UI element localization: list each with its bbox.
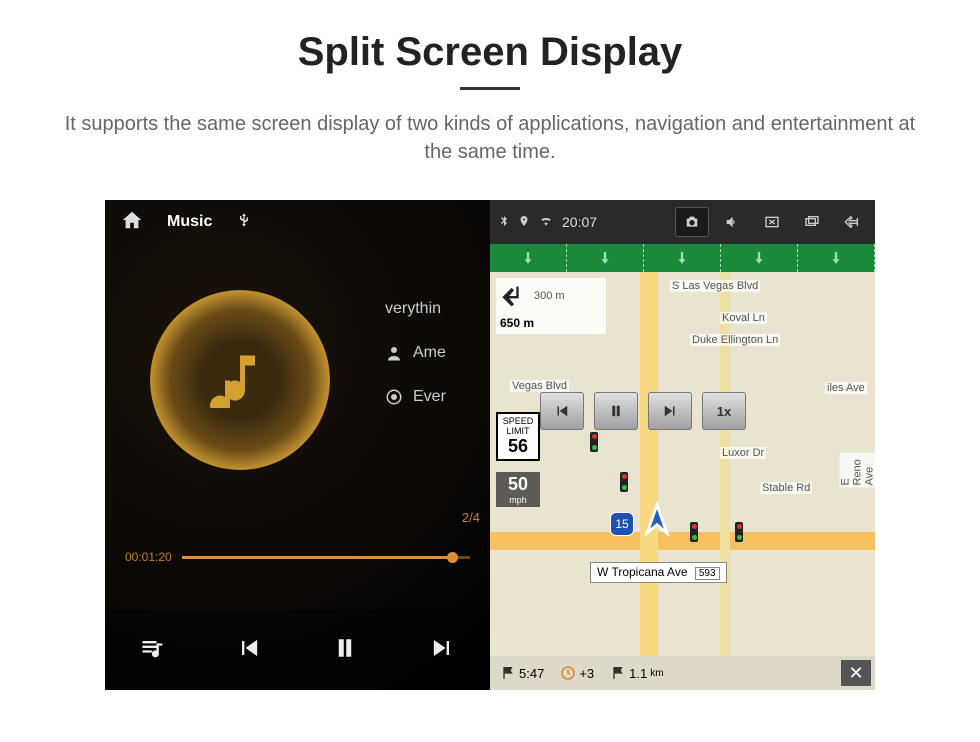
progress-fill — [182, 556, 447, 559]
pause-icon[interactable] — [330, 633, 360, 668]
person-icon — [385, 344, 403, 362]
distance-unit: km — [650, 668, 663, 679]
map-area[interactable]: S Las Vegas Blvd Koval Ln Duke Ellington… — [490, 272, 875, 656]
distance-item[interactable]: 1.1 km — [604, 665, 669, 681]
music-topbar: Music — [105, 200, 490, 244]
playlist-icon[interactable] — [139, 634, 167, 667]
nav-close-button[interactable]: ✕ — [841, 660, 871, 686]
arrow-down-icon — [675, 248, 689, 268]
arrow-down-icon — [521, 248, 535, 268]
split-screen-device: Music verythin Ame Ever 2/4 — [105, 200, 875, 690]
overlay-prev-button[interactable] — [540, 392, 584, 430]
turn-distance-1: 300 m — [534, 290, 565, 302]
wifi-icon — [538, 214, 554, 231]
speed-limit-value: 56 — [500, 436, 536, 457]
route-badge: 593 — [695, 567, 720, 580]
volume-button[interactable] — [715, 207, 749, 237]
page-description: It supports the same screen display of t… — [0, 110, 980, 166]
traffic-light-icon — [590, 432, 598, 452]
street-label: Duke Ellington Ln — [690, 334, 780, 346]
flag-icon — [610, 665, 626, 681]
eta-value: 5:47 — [519, 666, 544, 681]
map-media-overlay: 1x — [540, 392, 746, 430]
track-artist: Ame — [413, 344, 446, 362]
navigation-panel: 20:07 S Las Vegas Blvd Koval Ln Duke — [490, 200, 875, 690]
distance-value: 1.1 — [629, 666, 647, 681]
street-sign-text: W Tropicana Ave — [597, 565, 688, 579]
screenshot-button[interactable] — [675, 207, 709, 237]
lane-guidance-banner — [490, 244, 875, 272]
traffic-light-icon — [690, 522, 698, 542]
street-label: Stable Rd — [760, 482, 812, 494]
street-label: S Las Vegas Blvd — [670, 280, 760, 292]
progress-row: 00:01:20 — [125, 550, 470, 564]
flag-icon — [500, 665, 516, 681]
current-speed-box: 50 mph — [496, 472, 540, 507]
interstate-shield: 15 — [610, 512, 634, 536]
music-note-icon — [210, 348, 270, 413]
next-track-icon[interactable] — [428, 634, 456, 667]
album-art-circle — [150, 290, 330, 470]
nav-bottom-bar: 5:47 +3 1.1 km ✕ — [490, 656, 875, 690]
status-time: 20:07 — [562, 214, 597, 230]
arrow-down-icon — [598, 248, 612, 268]
back-button[interactable] — [835, 207, 869, 237]
track-row-3[interactable]: Ever — [385, 388, 446, 406]
status-bar: 20:07 — [490, 200, 875, 244]
street-label: Vegas Blvd — [510, 380, 569, 392]
music-panel: Music verythin Ame Ever 2/4 — [105, 200, 490, 690]
current-speed-value: 50 — [498, 474, 538, 495]
progress-thumb[interactable] — [447, 552, 458, 563]
overlay-speed-button[interactable]: 1x — [702, 392, 746, 430]
arrow-down-icon — [829, 248, 843, 268]
close-window-button[interactable] — [755, 207, 789, 237]
road-interstate — [640, 272, 658, 656]
bluetooth-icon — [498, 213, 510, 232]
delay-item[interactable]: +3 — [554, 665, 600, 681]
speed-limit-label: LIMIT — [500, 426, 536, 436]
eta-item[interactable]: 5:47 — [494, 665, 550, 681]
page-title: Split Screen Display — [0, 30, 980, 75]
clock-icon — [560, 665, 576, 681]
vehicle-cursor-icon — [640, 502, 674, 541]
track-album: Ever — [413, 388, 446, 406]
arrow-down-icon — [752, 248, 766, 268]
turn-left-icon — [500, 282, 528, 310]
track-list: verythin Ame Ever — [385, 300, 446, 432]
traffic-light-icon — [735, 522, 743, 542]
music-controls — [105, 610, 490, 690]
turn-instruction-box: 300 m 650 m — [496, 278, 606, 334]
track-row-1[interactable]: verythin — [385, 300, 446, 318]
turn-distance-2: 650 m — [500, 316, 602, 330]
track-index: 2/4 — [462, 510, 480, 525]
speed-limit-label: SPEED — [500, 416, 536, 426]
overlay-pause-button[interactable] — [594, 392, 638, 430]
music-app-title: Music — [167, 213, 212, 231]
location-icon — [518, 213, 530, 232]
delay-value: +3 — [579, 666, 594, 681]
disc-icon — [385, 388, 403, 406]
street-label: iles Ave — [825, 382, 867, 394]
recent-apps-button[interactable] — [795, 207, 829, 237]
home-icon[interactable] — [121, 209, 143, 236]
overlay-next-button[interactable] — [648, 392, 692, 430]
street-label: Koval Ln — [720, 312, 767, 324]
usb-icon[interactable] — [236, 210, 252, 235]
street-label: Luxor Dr — [720, 447, 766, 459]
street-label: E Reno Ave — [840, 453, 876, 488]
track-row-2[interactable]: Ame — [385, 344, 446, 362]
current-speed-unit: mph — [498, 495, 538, 505]
speed-limit-sign: SPEED LIMIT 56 — [496, 412, 540, 461]
time-elapsed: 00:01:20 — [125, 550, 172, 564]
title-underline — [460, 87, 520, 90]
traffic-light-icon — [620, 472, 628, 492]
street-sign-tropicana: W Tropicana Ave 593 — [590, 562, 727, 583]
road-lasvegas-blvd — [720, 272, 730, 656]
progress-bar[interactable] — [182, 556, 470, 559]
track-title: verythin — [385, 300, 441, 318]
road-tropicana — [490, 532, 875, 550]
prev-track-icon[interactable] — [235, 634, 263, 667]
